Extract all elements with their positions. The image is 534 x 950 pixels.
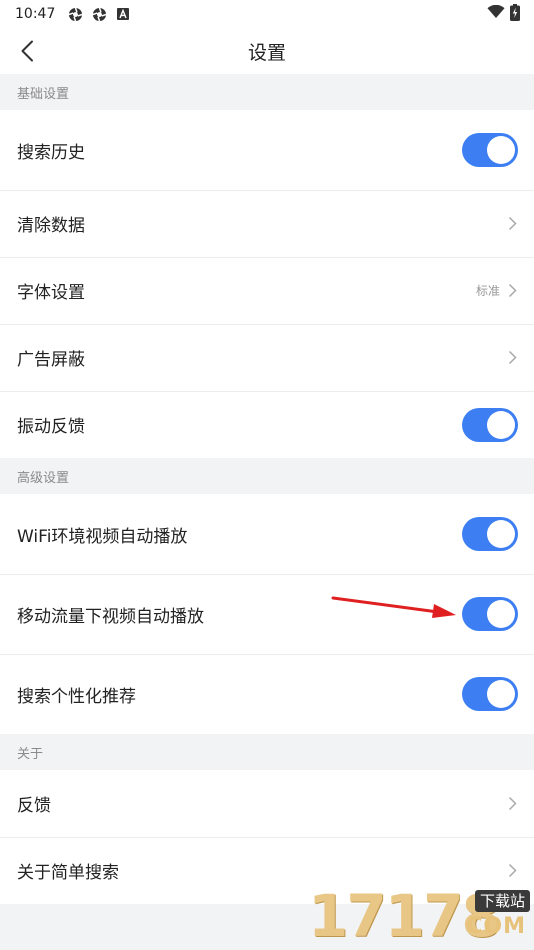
mobile-data-autoplay-toggle[interactable] (462, 597, 518, 631)
status-right-icons (487, 3, 520, 25)
setting-label: 字体设置 (17, 283, 85, 303)
wifi-autoplay-toggle[interactable] (462, 517, 518, 551)
setting-row-font[interactable]: 字体设置 标准 (0, 257, 534, 324)
status-bar: 10:47 (0, 0, 534, 28)
setting-row-mobile-data-autoplay: 移动流量下视频自动播放 (0, 574, 534, 654)
chevron-right-icon (506, 283, 518, 299)
setting-label: 广告屏蔽 (17, 350, 85, 370)
toggle-knob (487, 680, 515, 708)
watermark-suffix: COM (466, 914, 526, 939)
setting-label: 清除数据 (17, 216, 85, 236)
setting-row-wifi-autoplay: WiFi环境视频自动播放 (0, 494, 534, 574)
font-size-value: 标准 (475, 284, 500, 298)
personalized-recommend-toggle[interactable] (462, 677, 518, 711)
setting-label: 反馈 (17, 796, 51, 816)
setting-label: 移动流量下视频自动播放 (17, 606, 204, 627)
toggle-knob (487, 600, 515, 628)
section-header-basic: 基础设置 (0, 74, 534, 110)
page-title: 设置 (247, 41, 286, 64)
chevron-right-icon (506, 863, 518, 879)
setting-row-vibration: 振动反馈 (0, 391, 534, 458)
setting-label: WiFi环境视频自动播放 (17, 526, 188, 547)
setting-row-ad-block[interactable]: 广告屏蔽 (0, 324, 534, 391)
chevron-right-icon (506, 350, 518, 366)
watermark-logo: 17178 下载站 COM (308, 884, 532, 948)
setting-label: 关于简单搜索 (17, 863, 119, 883)
battery-charging-icon (510, 3, 520, 25)
search-history-toggle[interactable] (462, 133, 518, 167)
toggle-knob (487, 136, 515, 164)
section-header-advanced: 高级设置 (0, 458, 534, 494)
toggle-knob (487, 520, 515, 548)
setting-label: 振动反馈 (17, 417, 85, 437)
chevron-right-icon (506, 216, 518, 232)
wifi-icon (487, 4, 505, 23)
nav-bar: 设置 (0, 28, 534, 74)
chevron-left-icon[interactable] (12, 36, 42, 66)
watermark-badge: 下载站 (474, 890, 530, 912)
section-header-about: 关于 (0, 734, 534, 770)
setting-label: 搜索历史 (17, 142, 85, 163)
setting-row-clear-data[interactable]: 清除数据 (0, 190, 534, 257)
setting-row-search-history: 搜索历史 (0, 110, 534, 190)
chevron-right-icon (506, 796, 518, 812)
status-time: 10:47 (15, 6, 56, 22)
setting-label: 搜索个性化推荐 (17, 686, 136, 707)
setting-row-personalized-recommend: 搜索个性化推荐 (0, 654, 534, 734)
toggle-knob (487, 410, 515, 439)
aperture-icon (91, 6, 107, 22)
vibration-feedback-toggle[interactable] (462, 407, 518, 442)
notification-a-icon (115, 6, 131, 22)
aperture-icon (67, 6, 83, 22)
setting-row-feedback[interactable]: 反馈 (0, 770, 534, 837)
